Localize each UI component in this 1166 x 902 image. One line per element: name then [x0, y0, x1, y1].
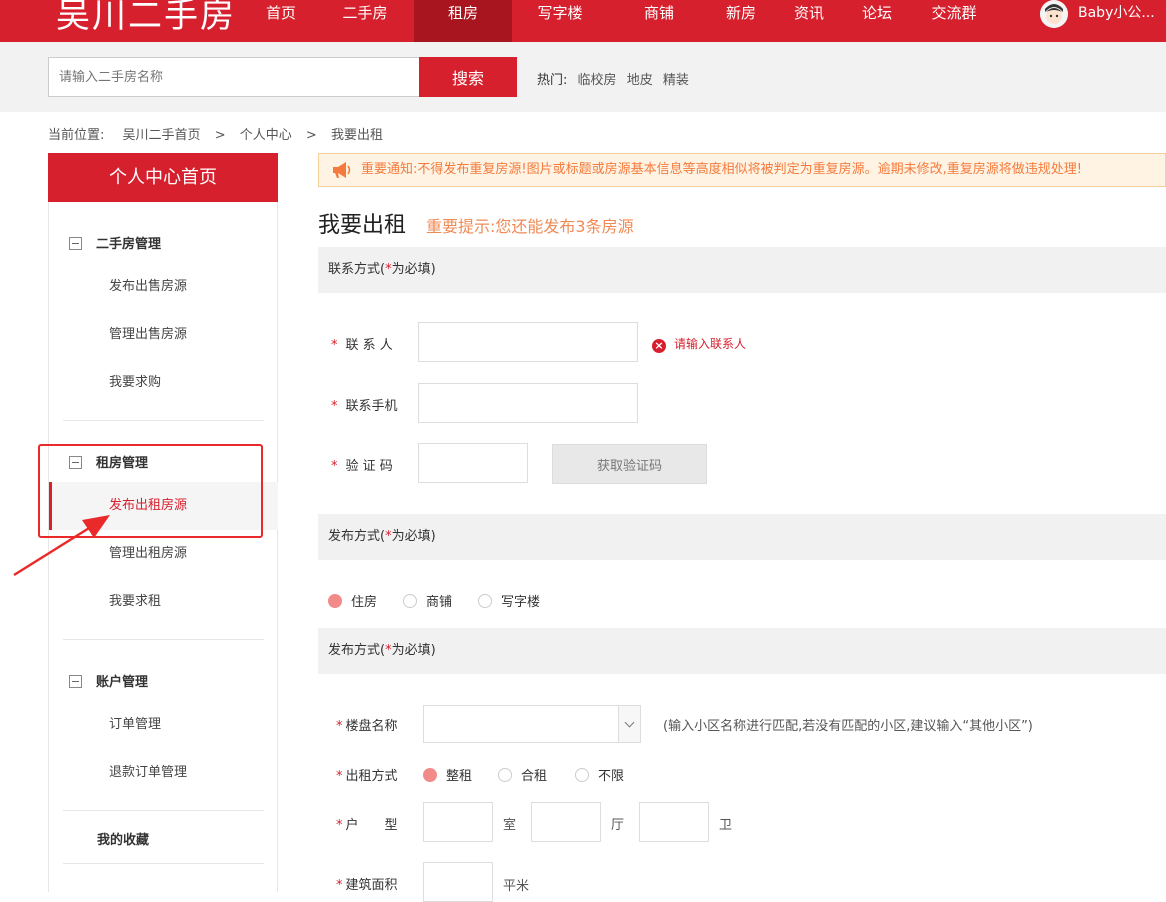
nav-groups[interactable]: 交流群	[922, 0, 986, 42]
contact-name-input[interactable]	[418, 322, 638, 362]
hot-link[interactable]: 地皮	[627, 73, 653, 88]
search-bar: 搜索 热门: 临校房 地皮 精装	[0, 42, 1166, 112]
avatar-face-icon	[1040, 0, 1068, 28]
estate-name-select[interactable]	[423, 705, 641, 743]
radio-any-rent[interactable]: 不限	[575, 765, 624, 784]
contact-phone-input[interactable]	[418, 383, 638, 423]
nav-new-homes[interactable]: 新房	[716, 0, 766, 42]
radio-shared-rent[interactable]: 合租	[498, 765, 547, 784]
site-logo[interactable]: 吴川二手房	[56, 0, 236, 37]
hot-searches: 热门: 临校房 地皮 精装	[537, 69, 689, 88]
radio-icon[interactable]	[403, 594, 417, 608]
hot-link[interactable]: 精装	[663, 73, 689, 88]
divider	[63, 863, 264, 864]
error-icon: ×	[652, 339, 666, 353]
sidebar-item-manage-sale[interactable]: 管理出售房源	[49, 311, 278, 359]
estate-name-label: * 楼盘名称	[336, 719, 398, 734]
section-contact: 联系方式(*为必填)	[318, 247, 1166, 293]
divider	[63, 639, 264, 640]
radio-selected-icon[interactable]	[423, 768, 437, 782]
search-button[interactable]: 搜索	[419, 57, 517, 97]
sidebar-title[interactable]: 个人中心首页	[48, 153, 278, 202]
section-publish-type: 发布方式(*为必填)	[318, 514, 1166, 560]
radio-icon[interactable]	[478, 594, 492, 608]
halls-unit: 厅	[611, 818, 625, 833]
area-unit: 平米	[503, 879, 530, 894]
hot-link[interactable]: 临校房	[578, 73, 617, 88]
contact-name-label: * 联 系 人	[331, 338, 393, 353]
user-name[interactable]: Baby小公...	[1078, 0, 1155, 26]
halls-input[interactable]	[531, 802, 601, 842]
sidebar-item-publish-sale[interactable]: 发布出售房源	[49, 263, 278, 311]
radio-office[interactable]: 写字楼	[478, 591, 540, 610]
sidebar-item-refund-orders[interactable]: 退款订单管理	[49, 749, 278, 797]
verify-code-input[interactable]	[418, 443, 528, 483]
breadcrumb-label: 当前位置:	[48, 128, 105, 143]
nav-shops[interactable]: 商铺	[632, 0, 686, 42]
megaphone-icon	[333, 162, 351, 178]
sidebar-group-account[interactable]: 账户管理	[69, 671, 148, 690]
rent-mode-label: * 出租方式	[336, 769, 398, 784]
contact-name-error: × 请输入联系人	[652, 335, 746, 353]
breadcrumb-separator: >	[214, 128, 226, 143]
section-details: 发布方式(*为必填)	[318, 628, 1166, 674]
radio-shop[interactable]: 商铺	[403, 591, 452, 610]
nav-rent[interactable]: 租房	[414, 0, 512, 42]
divider	[63, 810, 264, 811]
sidebar-item-want-rent[interactable]: 我要求租	[49, 578, 278, 626]
sidebar-item-orders[interactable]: 订单管理	[49, 701, 278, 749]
radio-whole-rent[interactable]: 整租	[423, 765, 472, 784]
breadcrumb-separator: >	[305, 128, 317, 143]
radio-housing[interactable]: 住房	[328, 591, 377, 610]
collapse-icon[interactable]	[69, 675, 82, 688]
radio-selected-icon[interactable]	[328, 594, 342, 608]
chevron-down-icon[interactable]	[618, 706, 640, 742]
nav-forum[interactable]: 论坛	[852, 0, 902, 42]
avatar[interactable]	[1040, 0, 1068, 28]
get-code-button[interactable]: 获取验证码	[552, 444, 707, 484]
breadcrumb: 当前位置: 吴川二手首页 > 个人中心 > 我要出租	[48, 124, 383, 143]
hot-label: 热门:	[537, 73, 568, 88]
breadcrumb-personal-center[interactable]: 个人中心	[240, 128, 292, 143]
divider	[63, 420, 264, 421]
radio-icon[interactable]	[498, 768, 512, 782]
estate-name-hint: (输入小区名称进行匹配,若没有匹配的小区,建议输入“其他小区”)	[663, 719, 1033, 734]
publish-quota-tip: 重要提示:您还能发布3条房源	[426, 217, 634, 236]
rooms-input[interactable]	[423, 802, 493, 842]
breadcrumb-current: 我要出租	[330, 128, 383, 143]
contact-phone-label: * 联系手机	[331, 399, 398, 414]
notice-text: 重要通知:不得发布重复房源!图片或标题或房源基本信息等高度相似将被判定为重复房源…	[361, 162, 1082, 177]
rooms-unit: 室	[503, 818, 517, 833]
nav-office[interactable]: 写字楼	[528, 0, 592, 42]
sidebar-group-second-hand[interactable]: 二手房管理	[69, 233, 161, 252]
baths-input[interactable]	[639, 802, 709, 842]
notice-banner: 重要通知:不得发布重复房源!图片或标题或房源基本信息等高度相似将被判定为重复房源…	[318, 153, 1166, 187]
annotation-arrow-icon	[13, 515, 110, 577]
top-nav: 吴川二手房 首页 二手房 租房 写字楼 商铺 新房 资讯 论坛 交流群 Baby…	[0, 0, 1166, 42]
search-input[interactable]	[48, 57, 420, 97]
verify-code-label: * 验 证 码	[331, 459, 393, 474]
radio-icon[interactable]	[575, 768, 589, 782]
breadcrumb-home[interactable]: 吴川二手首页	[123, 128, 201, 143]
baths-unit: 卫	[719, 818, 733, 833]
nav-second-hand[interactable]: 二手房	[330, 0, 400, 42]
nav-news[interactable]: 资讯	[784, 0, 834, 42]
collapse-icon[interactable]	[69, 237, 82, 250]
nav-home[interactable]: 首页	[248, 0, 314, 42]
sidebar-item-want-buy[interactable]: 我要求购	[49, 359, 278, 407]
area-input[interactable]	[423, 862, 493, 902]
page-title: 我要出租	[318, 213, 407, 238]
area-label: * 建筑面积	[336, 878, 398, 893]
layout-label: * 户 型	[336, 818, 398, 833]
sidebar-item-favorites[interactable]: 我的收藏	[97, 829, 149, 848]
